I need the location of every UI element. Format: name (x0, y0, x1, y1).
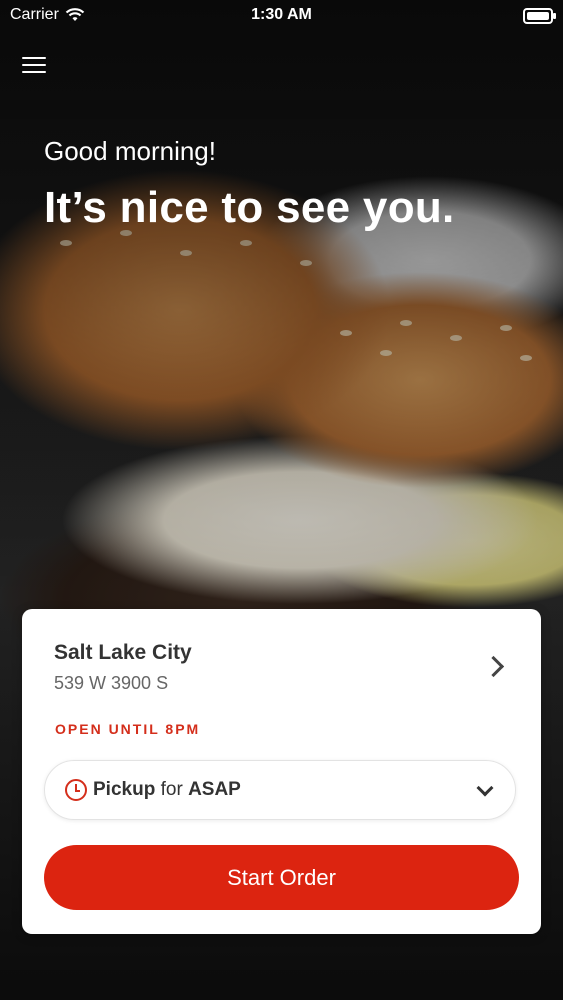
store-hours: OPEN UNTIL 8PM (55, 721, 201, 737)
store-name: Salt Lake City (54, 641, 192, 664)
start-order-button[interactable]: Start Order (44, 845, 519, 910)
battery-icon (523, 8, 556, 24)
menu-icon[interactable] (22, 52, 46, 74)
store-address: 539 W 3900 S (54, 673, 169, 693)
chevron-down-icon (476, 779, 494, 797)
greeting-text: Good morning! (44, 136, 216, 166)
clock-time: 1:30 AM (251, 6, 312, 23)
headline-text: It’s nice to see you. (44, 183, 455, 232)
pickup-label: Pickup for ASAP (93, 779, 241, 801)
pickup-time-selector[interactable]: Pickup for ASAP (44, 760, 516, 820)
status-bar: Carrier 1:30 AM (0, 0, 563, 30)
store-selector[interactable]: Salt Lake City 539 W 3900 S (54, 641, 509, 701)
clock-icon (65, 779, 87, 801)
order-mode: Pickup (93, 779, 156, 800)
order-connector: for (160, 779, 183, 800)
order-card: Salt Lake City 539 W 3900 S OPEN UNTIL 8… (22, 609, 541, 934)
order-time: ASAP (188, 779, 241, 800)
